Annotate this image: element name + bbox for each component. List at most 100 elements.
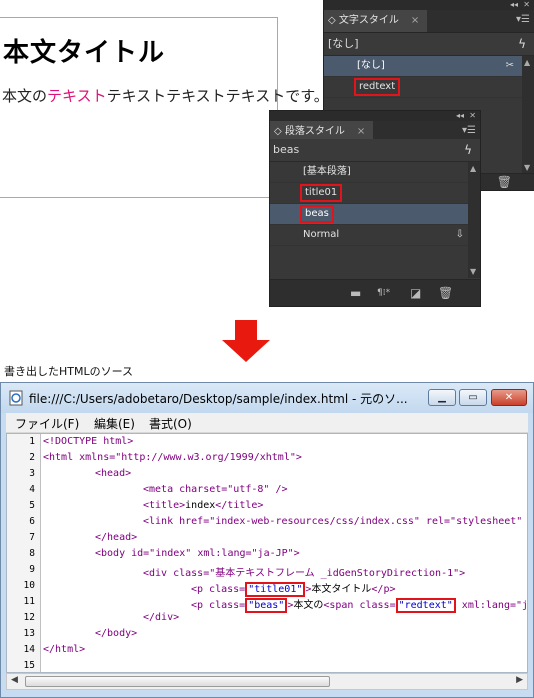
clear-override-icon[interactable]: ✂ (506, 56, 514, 76)
collapse-icon[interactable]: ◂◂ (456, 111, 464, 121)
line-number: 14 (23, 644, 35, 655)
code-text: </html> (43, 644, 86, 655)
style-label: [基本段落] (303, 166, 351, 177)
import-icon[interactable]: ⇩ (456, 225, 464, 245)
close-icon[interactable]: ✕ (469, 111, 476, 121)
scrollbar-thumb[interactable] (25, 676, 330, 687)
code-text: <meta charset="utf-8" /> (143, 484, 288, 495)
style-label: Normal (303, 229, 340, 240)
code-text: </p> (371, 584, 396, 595)
folder-icon[interactable]: ▬ (350, 286, 361, 300)
code-text: 本文の (293, 600, 324, 611)
code-text: <title> (143, 500, 186, 511)
code-line: <html xmlns="http://www.w3.org/1999/xhtm… (43, 452, 302, 463)
window-titlebar[interactable]: file:///C:/Users/adobetaro/Desktop/sampl… (1, 383, 533, 413)
code-text: <div class="基本テキストフレーム _idGenStoryDirect… (143, 568, 466, 579)
panel-menu-icon[interactable]: ▾☰ (516, 14, 530, 25)
tab-close-icon[interactable]: × (357, 126, 365, 137)
scroll-down-icon[interactable]: ▼ (524, 163, 530, 172)
delete-icon[interactable]: 🗑 (497, 175, 512, 189)
code-line: <title>index</title> (143, 500, 263, 511)
document-text-frame[interactable]: 本文タイトル 本文のテキストテキストテキストテキストです。 (0, 17, 331, 198)
menu-edit[interactable]: 編集(E) (94, 415, 135, 432)
maximize-button[interactable]: ▭ (459, 389, 487, 406)
line-number: 7 (29, 532, 35, 543)
para-style-list: [基本段落] title01 beas Normal ⇩ (270, 162, 468, 278)
code-text: <!DOCTYPE html> (43, 436, 134, 447)
panel-menu-icon[interactable]: ▾☰ (462, 125, 476, 136)
tab-label: 文字スタイル (338, 15, 399, 26)
code-line: <head> (95, 468, 131, 479)
list-item[interactable]: Normal ⇩ (270, 225, 468, 246)
close-button[interactable]: ✕ (491, 389, 527, 406)
list-item[interactable]: [基本段落] (270, 162, 468, 183)
code-text: 本文タイトル (311, 584, 372, 595)
list-item[interactable]: title01 (270, 183, 468, 204)
highlighted-class-redtext: "redtext" (395, 598, 456, 613)
list-item[interactable]: [なし] ✂ (324, 56, 522, 77)
scroll-up-icon[interactable]: ▲ (470, 164, 476, 173)
code-line: <meta charset="utf-8" /> (143, 484, 288, 495)
source-caption: 書き出したHTMLのソース (4, 365, 134, 378)
source-code-area[interactable]: 1 2 3 4 5 6 7 8 9 10 11 12 13 14 15 <!DO… (6, 433, 528, 673)
view-source-window: file:///C:/Users/adobetaro/Desktop/sampl… (0, 382, 534, 698)
minimize-button[interactable]: ▁ (428, 389, 456, 406)
delete-icon[interactable]: 🗑 (438, 286, 453, 300)
list-item-selected[interactable]: beas (270, 204, 468, 225)
collapse-icon[interactable]: ◂◂ (510, 0, 518, 10)
window-title: file:///C:/Users/adobetaro/Desktop/sampl… (29, 392, 408, 406)
horizontal-scrollbar[interactable]: ◀ ▶ (6, 673, 528, 690)
lightning-icon[interactable]: ϟ (518, 33, 526, 55)
menu-file[interactable]: ファイル(F) (15, 415, 79, 432)
document-title: 本文タイトル (3, 38, 166, 68)
current-style-label: beas (273, 143, 300, 156)
line-number: 2 (29, 452, 35, 463)
menu-format[interactable]: 書式(O) (149, 415, 192, 432)
style-label: [なし] (357, 60, 385, 71)
scroll-up-icon[interactable]: ▲ (524, 58, 530, 67)
code-line: <body id="index" xml:lang="ja-JP"> (95, 548, 300, 559)
tab-character-styles[interactable]: ◇ 文字スタイル × (324, 10, 428, 32)
clear-overrides-icon[interactable]: ¶⁞* (377, 288, 390, 298)
code-text: <link href="index-web-resources/css/inde… (143, 516, 528, 527)
style-label: redtext (354, 78, 401, 96)
vertical-scrollbar[interactable]: ▲ ▼ (468, 162, 480, 278)
lightning-icon[interactable]: ϟ (464, 139, 472, 161)
body-text-red: テキスト (47, 87, 107, 105)
tab-close-icon[interactable]: × (411, 15, 419, 26)
code-text: <body id="index" xml:lang="ja-JP"> (95, 548, 300, 559)
line-number: 5 (29, 500, 35, 511)
code-text: index (185, 500, 216, 511)
page-icon (9, 390, 23, 406)
line-number: 10 (23, 580, 35, 591)
code-line: </body> (95, 628, 137, 639)
new-style-icon[interactable]: ◪ (410, 286, 421, 300)
highlighted-class-title01: "title01" (245, 582, 306, 597)
code-line: </div> (143, 612, 179, 623)
panel-tabbar: ◇ 文字スタイル × ▾☰ (324, 10, 534, 33)
code-text: </body> (95, 628, 138, 639)
list-item[interactable]: redtext (324, 77, 522, 98)
code-text: xml:lang="ja- (461, 600, 528, 611)
code-text: <html xmlns="http://www.w3.org/1999/xhtm… (43, 452, 302, 463)
code-line: <div class="基本テキストフレーム _idGenStoryDirect… (143, 564, 465, 579)
scroll-left-icon[interactable]: ◀ (11, 675, 18, 685)
current-para-style: beas ϟ (270, 139, 480, 162)
close-icon[interactable]: ✕ (523, 0, 530, 10)
menu-bar: ファイル(F) 編集(E) 書式(O) (6, 413, 528, 433)
scroll-down-icon[interactable]: ▼ (470, 267, 476, 276)
tab-label: 段落スタイル (284, 126, 345, 137)
code-text: </div> (143, 612, 180, 623)
code-text: <head> (95, 468, 132, 479)
code-text: </title> (215, 500, 264, 511)
code-line: </html> (43, 644, 85, 655)
code-text: <p class= (191, 600, 246, 611)
line-number: 13 (23, 628, 35, 639)
current-char-style: [なし] ϟ (324, 33, 534, 56)
style-label: beas (300, 205, 334, 223)
vertical-scrollbar[interactable]: ▲ ▼ (522, 56, 534, 174)
current-style-label: [なし] (328, 37, 359, 50)
scroll-right-icon[interactable]: ▶ (516, 675, 523, 685)
paragraph-styles-panel: ◂◂ ✕ ◇ 段落スタイル × ▾☰ beas ϟ [基本段落] title01 … (270, 111, 480, 306)
line-number: 8 (29, 548, 35, 559)
